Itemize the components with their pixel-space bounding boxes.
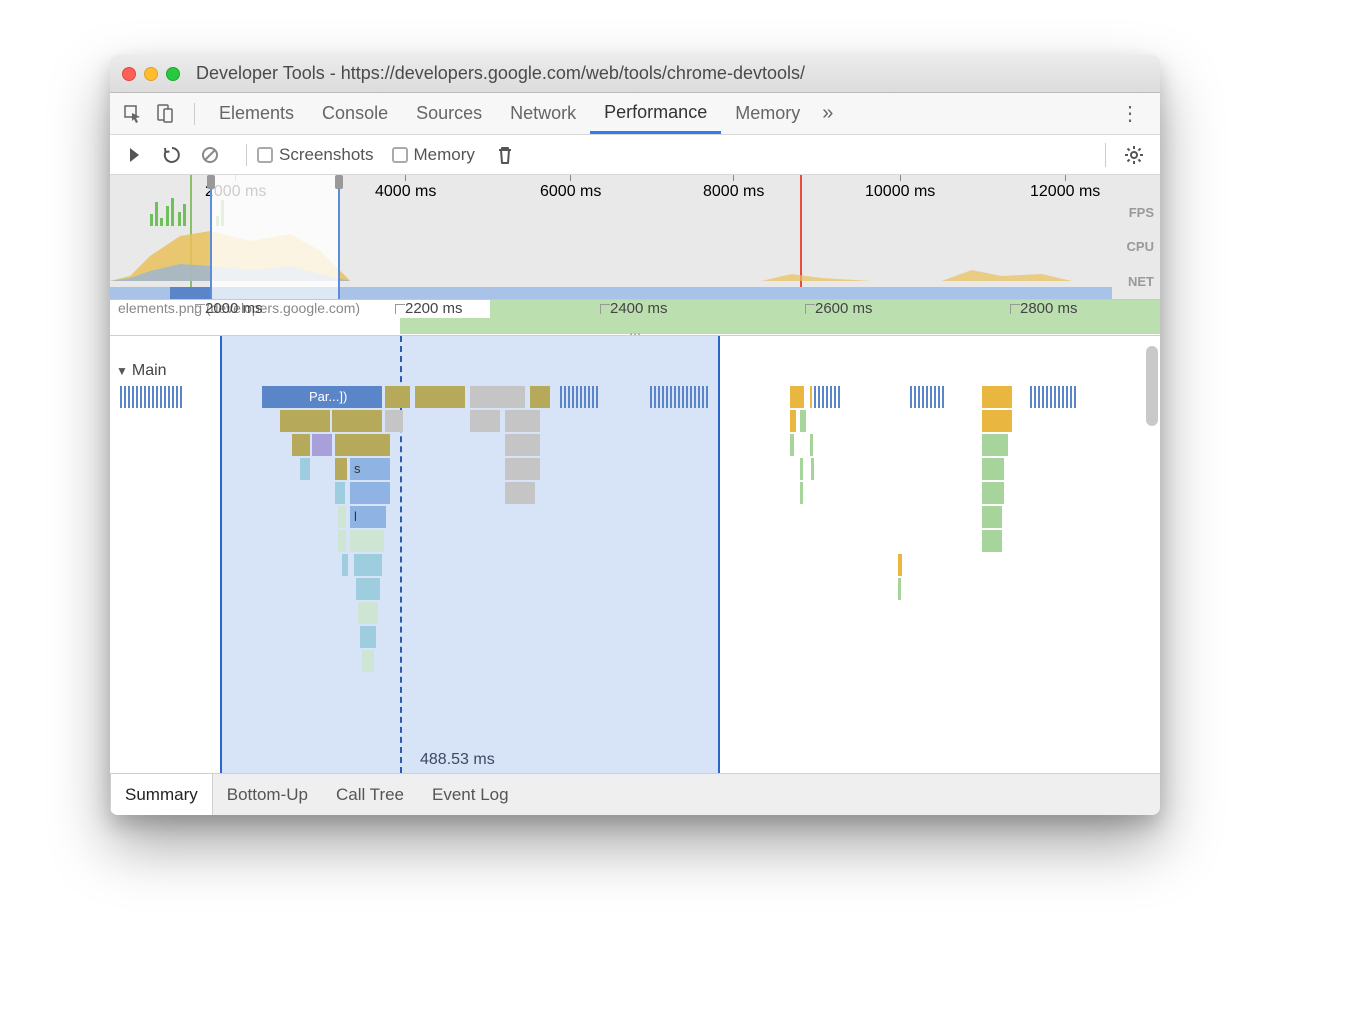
customize-menu-icon[interactable]: ⋮: [1110, 101, 1150, 126]
flame-chart[interactable]: ▼ Main 488.53 ms Par...]): [110, 336, 1160, 773]
inspect-element-icon[interactable]: [120, 101, 146, 127]
tab-label: Bottom-Up: [227, 785, 308, 805]
tab-label: Network: [510, 103, 576, 124]
lane-label-cpu: CPU: [1112, 239, 1154, 254]
flame-row: [110, 602, 1142, 626]
ruler-tick: 2600 ms: [815, 300, 873, 317]
tab-label: Sources: [416, 103, 482, 124]
reload-icon[interactable]: [160, 143, 184, 167]
flame-event-l[interactable]: l: [350, 506, 386, 528]
ruler-tick: 2200 ms: [405, 300, 463, 317]
vertical-scrollbar[interactable]: [1146, 346, 1158, 426]
tab-summary[interactable]: Summary: [110, 774, 213, 815]
tab-label: Call Tree: [336, 785, 404, 805]
tab-performance[interactable]: Performance: [590, 93, 721, 134]
details-tabs: Summary Bottom-Up Call Tree Event Log: [110, 773, 1160, 815]
clear-icon[interactable]: [198, 143, 222, 167]
tab-label: Memory: [735, 103, 800, 124]
ruler-tick: 2000 ms: [205, 300, 263, 317]
tab-label: Console: [322, 103, 388, 124]
memory-checkbox[interactable]: Memory: [392, 145, 475, 165]
flame-row-tasks: Par...]): [110, 386, 1142, 410]
frames-strip-2: [400, 318, 1160, 334]
flame-row: l: [110, 506, 1142, 530]
flame-row: [110, 578, 1142, 602]
flame-row: [110, 482, 1142, 506]
checkbox-icon: [392, 147, 408, 163]
tab-elements[interactable]: Elements: [205, 93, 308, 134]
flame-rows: Par...]): [110, 386, 1142, 674]
flame-row: [110, 410, 1142, 434]
overview-tick: 12000 ms: [1030, 175, 1100, 201]
tab-label: Summary: [125, 785, 198, 805]
divider: [246, 144, 247, 166]
tab-console[interactable]: Console: [308, 93, 402, 134]
tab-label: Performance: [604, 102, 707, 123]
overview-selection[interactable]: [210, 175, 340, 299]
overview-tick: 6000 ms: [540, 175, 601, 201]
tab-event-log[interactable]: Event Log: [418, 774, 523, 815]
close-window-button[interactable]: [122, 67, 136, 81]
flame-row: s: [110, 458, 1142, 482]
detail-ruler[interactable]: elements.png (developers.google.com) 200…: [110, 300, 1160, 336]
tab-sources[interactable]: Sources: [402, 93, 496, 134]
tab-label: Elements: [219, 103, 294, 124]
record-icon[interactable]: [122, 143, 146, 167]
collapse-indicator[interactable]: ...: [629, 322, 641, 336]
tab-network[interactable]: Network: [496, 93, 590, 134]
flame-row: [110, 626, 1142, 650]
overview-lane-labels: FPS CPU NET: [1112, 195, 1160, 299]
overview-tick: 8000 ms: [703, 175, 764, 201]
device-toolbar-icon[interactable]: [152, 101, 178, 127]
screenshots-checkbox[interactable]: Screenshots: [257, 145, 374, 165]
zoom-window-button[interactable]: [166, 67, 180, 81]
tab-memory[interactable]: Memory: [721, 93, 814, 134]
track-label-text: Main: [132, 362, 167, 380]
minimize-window-button[interactable]: [144, 67, 158, 81]
panel-tabs-row: Elements Console Sources Network Perform…: [110, 93, 1160, 135]
selection-handle-right[interactable]: [335, 175, 343, 189]
tab-bottom-up[interactable]: Bottom-Up: [213, 774, 322, 815]
selection-duration-label: 488.53 ms: [420, 751, 495, 769]
tab-label: Event Log: [432, 785, 509, 805]
divider: [194, 103, 195, 125]
garbage-collect-icon[interactable]: [493, 143, 517, 167]
window-titlebar: Developer Tools - https://developers.goo…: [110, 55, 1160, 93]
overview-tick: 4000 ms: [375, 175, 436, 201]
main-track-label[interactable]: ▼ Main: [116, 362, 167, 380]
overview-timeline[interactable]: 2000 ms 4000 ms 6000 ms 8000 ms 10000 ms…: [110, 175, 1160, 300]
flame-event-s[interactable]: s: [350, 458, 390, 480]
ruler-tick: 2400 ms: [610, 300, 668, 317]
tab-call-tree[interactable]: Call Tree: [322, 774, 418, 815]
selection-handle-left[interactable]: [207, 175, 215, 189]
flame-row: [110, 554, 1142, 578]
flame-row: [110, 530, 1142, 554]
lane-label-net: NET: [1112, 274, 1154, 289]
overview-tick: 10000 ms: [865, 175, 935, 201]
window-traffic-lights: [122, 67, 180, 81]
checkbox-label: Screenshots: [279, 145, 374, 165]
flame-event-parse[interactable]: Par...]): [305, 386, 375, 408]
flame-row: [110, 434, 1142, 458]
devtools-window: Developer Tools - https://developers.goo…: [110, 55, 1160, 815]
more-tabs-chevron-icon[interactable]: »: [814, 102, 841, 125]
checkbox-icon: [257, 147, 273, 163]
ruler-tick: 2800 ms: [1020, 300, 1078, 317]
checkbox-label: Memory: [414, 145, 475, 165]
window-title: Developer Tools - https://developers.goo…: [196, 63, 805, 84]
lane-label-fps: FPS: [1112, 205, 1154, 220]
settings-gear-icon[interactable]: [1101, 143, 1148, 167]
chevron-down-icon: ▼: [116, 364, 128, 378]
flame-row: [110, 650, 1142, 674]
performance-toolbar: Screenshots Memory: [110, 135, 1160, 175]
